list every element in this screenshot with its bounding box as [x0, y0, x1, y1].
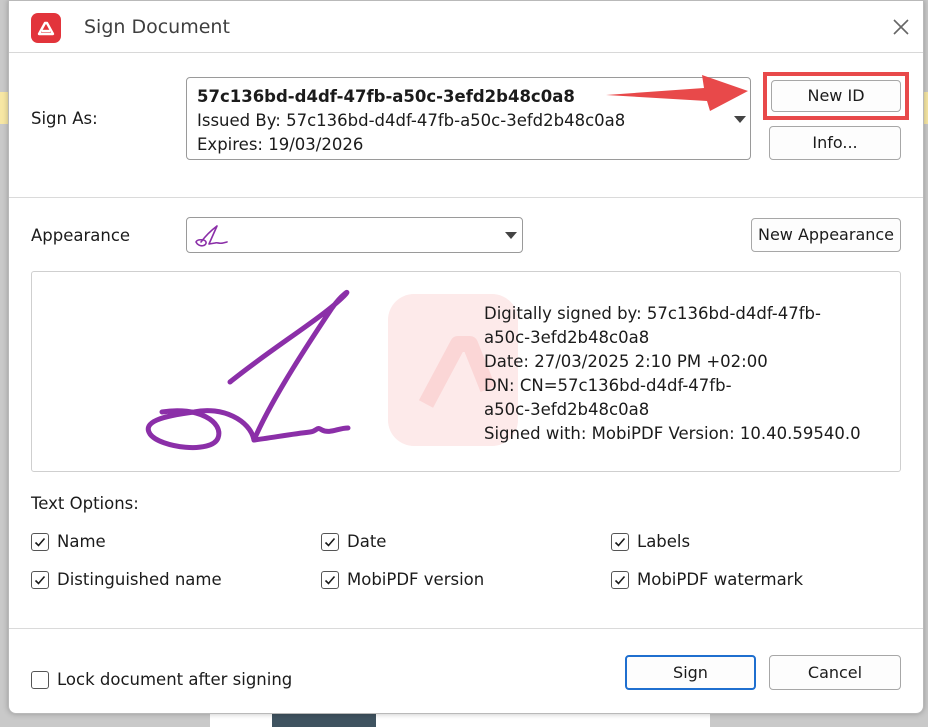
checkmark-icon: [34, 575, 46, 585]
handwritten-signature-icon: [145, 290, 351, 451]
chevron-down-icon: [505, 232, 517, 239]
background-thumbnail-fragment: [272, 712, 376, 727]
option-labels-checkbox[interactable]: Labels: [611, 532, 731, 554]
checkmark-icon: [614, 575, 626, 585]
sign-as-label: Sign As:: [31, 109, 98, 128]
sign-button[interactable]: Sign: [625, 655, 756, 690]
lock-document-checkbox[interactable]: Lock document after signing: [31, 670, 301, 692]
annotation-highlight-box: [763, 72, 909, 120]
lock-document-label: Lock document after signing: [57, 670, 293, 689]
digital-id-issuer: Issued By: 57c136bd-d4df-47fb-a50c-3efd2…: [197, 111, 626, 130]
checkmark-icon: [324, 537, 336, 547]
signature-preview: Digitally signed by: 57c136bd-d4df-47fb-…: [31, 271, 901, 472]
checkmark-icon: [324, 575, 336, 585]
mobipdf-logo-icon: [31, 13, 61, 43]
new-appearance-button[interactable]: New Appearance: [751, 218, 901, 252]
chevron-down-icon: [734, 116, 746, 123]
signature-detail-line: a50c-3efd2b48c0a8: [484, 328, 650, 347]
dialog-titlebar: Sign Document: [9, 1, 923, 53]
signature-thumbnail-icon: [195, 225, 228, 247]
background-app-fragment: [0, 92, 8, 124]
option-date-label: Date: [347, 532, 387, 551]
signature-details: Digitally signed by: 57c136bd-d4df-47fb-…: [484, 302, 861, 446]
text-options-label: Text Options:: [31, 494, 139, 513]
dialog-title: Sign Document: [84, 16, 230, 38]
digital-id-expiry: Expires: 19/03/2026: [197, 135, 364, 154]
option-mobipdf-version-label: MobiPDF version: [347, 570, 485, 589]
option-distinguished-name-label: Distinguished name: [57, 570, 222, 589]
option-mobipdf-watermark-checkbox[interactable]: MobiPDF watermark: [611, 570, 811, 592]
cancel-button[interactable]: Cancel: [769, 655, 901, 690]
appearance-label: Appearance: [31, 226, 131, 245]
checkmark-icon: [614, 537, 626, 547]
option-distinguished-name-checkbox[interactable]: Distinguished name: [31, 570, 231, 592]
checkbox-box[interactable]: [321, 533, 339, 551]
annotation-arrow-icon: [604, 71, 754, 117]
option-labels-label: Labels: [637, 532, 691, 551]
checkbox-box[interactable]: [321, 571, 339, 589]
checkbox-box[interactable]: [611, 533, 629, 551]
sign-document-dialog: Sign Document Sign As: 57c136bd-d4df-47f…: [8, 0, 924, 714]
checkbox-box[interactable]: [31, 571, 49, 589]
signature-detail-line: DN: CN=57c136bd-d4df-47fb-: [484, 376, 732, 395]
option-name-label: Name: [57, 532, 106, 551]
signature-detail-line: a50c-3efd2b48c0a8: [484, 400, 650, 419]
checkmark-icon: [34, 537, 46, 547]
info-button[interactable]: Info...: [769, 126, 901, 160]
option-name-checkbox[interactable]: Name: [31, 532, 151, 554]
checkbox-box[interactable]: [31, 533, 49, 551]
option-date-checkbox[interactable]: Date: [321, 532, 441, 554]
digital-id-name: 57c136bd-d4df-47fb-a50c-3efd2b48c0a8: [197, 87, 575, 106]
appearance-dropdown[interactable]: [186, 217, 523, 253]
signature-detail-line: Signed with: MobiPDF Version: 10.40.5954…: [484, 424, 861, 443]
signature-detail-line: Digitally signed by: 57c136bd-d4df-47fb-: [484, 304, 821, 323]
signature-detail-line: Date: 27/03/2025 2:10 PM +02:00: [484, 352, 768, 371]
option-mobipdf-version-checkbox[interactable]: MobiPDF version: [321, 570, 501, 592]
option-mobipdf-watermark-label: MobiPDF watermark: [637, 570, 804, 589]
close-icon[interactable]: [887, 13, 915, 41]
section-divider: [9, 197, 923, 198]
checkbox-box[interactable]: [611, 571, 629, 589]
footer-divider: [9, 628, 923, 629]
checkbox-box[interactable]: [31, 671, 49, 689]
